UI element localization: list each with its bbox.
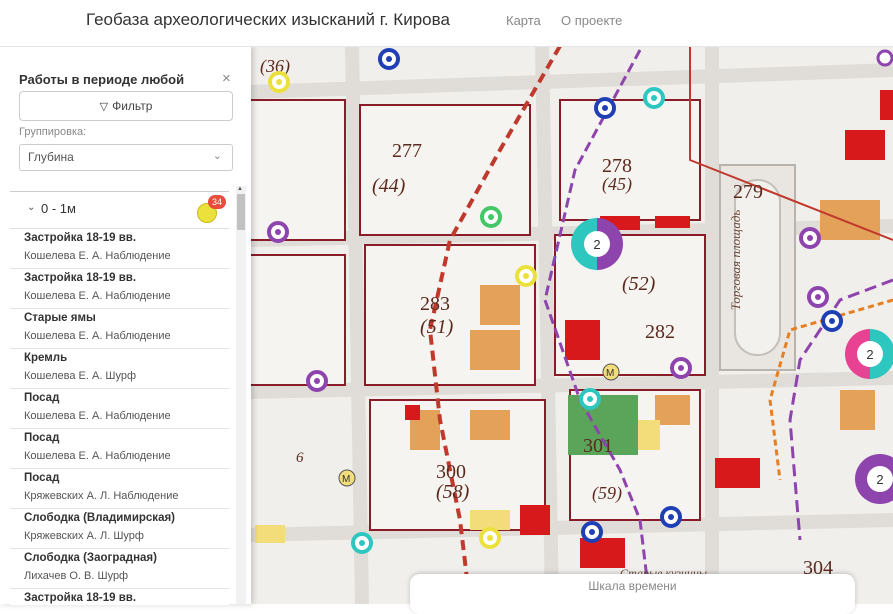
close-icon[interactable]: × <box>222 70 231 87</box>
group-header[interactable]: ⌄ 0 - 1м 34 <box>10 192 229 229</box>
list-item-subtitle: Кряжевских А. Л. Наблюдение <box>24 490 179 502</box>
list-item[interactable]: Застройка 18-19 вв. Кошелева Е. А. Наблюд… <box>10 229 229 269</box>
list-item-subtitle: Кошелева Е. А. Наблюдение <box>24 410 171 422</box>
metro-marker-label: М <box>342 474 350 485</box>
block-number-301: 301 <box>583 435 613 457</box>
block-number-279: 279 <box>733 181 763 203</box>
block-number-6: 6 <box>296 450 304 466</box>
list-item-title: Старые ямы <box>24 312 96 324</box>
group-count-badge: 34 <box>208 195 226 209</box>
list-scrollbar[interactable]: ▲ <box>236 186 246 604</box>
list-item-title: Слободка (Владимирская) <box>24 512 175 524</box>
list-item[interactable]: Слободка (Заоградная) Лихачев О. В. Шурф <box>10 549 229 589</box>
metro-marker-label: М <box>606 368 614 379</box>
block-sub-277: (44) <box>372 175 406 197</box>
filter-button-label: Фильтр <box>112 99 153 113</box>
grouping-label: Группировка: <box>19 126 87 138</box>
list-item-title: Посад <box>24 432 60 444</box>
list-item-title: Кремль <box>24 352 68 364</box>
list-item-subtitle: Лихачев О. В. Шурф <box>24 570 129 582</box>
list-item[interactable]: Посад Кряжевских А. Л. Наблюдение <box>10 469 229 509</box>
cluster-count: 2 <box>866 347 873 362</box>
block-sub-283: (51) <box>420 316 454 338</box>
grouping-select-value: Глубина <box>28 150 74 164</box>
list-item-title: Посад <box>24 392 60 404</box>
list-item-subtitle: Кошелева Е. А. Наблюдение <box>24 290 171 302</box>
cluster-count: 2 <box>593 237 600 252</box>
list-item[interactable]: Старые ямы Кошелева Е. А. Наблюдение <box>10 309 229 349</box>
chevron-down-icon[interactable]: ⌄ <box>27 202 35 213</box>
cluster-marker[interactable]: 2 <box>571 218 623 270</box>
list-item[interactable]: Посад Кошелева Е. А. Наблюдение <box>10 429 229 469</box>
list-item-title: Посад <box>24 472 60 484</box>
chevron-down-icon: ⌄ <box>212 150 222 162</box>
list-item-subtitle: Кошелева Е. А. Наблюдение <box>24 250 171 262</box>
scroll-up-icon[interactable]: ▲ <box>237 186 243 192</box>
list-item-subtitle: Кряжевских А. Л. Шурф <box>24 530 144 542</box>
cluster-count: 2 <box>876 472 883 487</box>
street-label-torgovaya: Торговая площадь <box>728 210 743 311</box>
grouping-select[interactable]: Глубина ⌄ <box>19 144 233 171</box>
list-item[interactable]: Посад Кошелева Е. А. Наблюдение <box>10 389 229 429</box>
block-number-300: 300 <box>436 461 466 483</box>
timeline-panel[interactable]: Шкала времени <box>410 574 855 614</box>
works-list[interactable]: ⌄ 0 - 1м 34 Застройка 18-19 вв. Кошелева … <box>10 191 229 605</box>
cluster-marker[interactable]: 2 <box>845 329 893 379</box>
list-item-title: Слободка (Заоградная) <box>24 552 157 564</box>
list-item[interactable]: Слободка (Владимирская) Кряжевских А. Л. … <box>10 509 229 549</box>
list-item[interactable]: Застройка 18-19 вв. <box>10 589 229 605</box>
top-navbar: Геобаза археологических изысканий г. Кир… <box>0 0 893 47</box>
block-number-282: 282 <box>645 321 675 343</box>
block-sub-301: (59) <box>592 483 622 504</box>
block-sub-278: (45) <box>602 174 632 195</box>
list-item-title: Застройка 18-19 вв. <box>24 232 137 244</box>
list-item[interactable]: Кремль Кошелева Е. А. Шурф <box>10 349 229 389</box>
scrollbar-thumb[interactable] <box>237 194 245 230</box>
block-sub-52: (52) <box>622 273 656 295</box>
works-panel: Работы в периоде любой × ▽ Фильтр Группи… <box>0 46 251 605</box>
block-sub-300: (58) <box>436 481 470 503</box>
panel-title: Работы в периоде любой <box>19 72 185 87</box>
filter-button[interactable]: ▽ Фильтр <box>19 91 233 121</box>
list-item-subtitle: Кошелева Е. А. Шурф <box>24 370 137 382</box>
nav-link-map[interactable]: Карта <box>506 13 541 28</box>
list-item-subtitle: Кошелева Е. А. Наблюдение <box>24 450 171 462</box>
group-header-label: 0 - 1м <box>41 201 76 216</box>
list-item-title: Застройка 18-19 вв. <box>24 592 137 604</box>
filter-icon: ▽ <box>99 100 109 113</box>
nav-link-about[interactable]: О проекте <box>561 13 622 28</box>
list-item-title: Застройка 18-19 вв. <box>24 272 137 284</box>
timeline-label: Шкала времени <box>588 579 677 593</box>
block-number-277: 277 <box>392 140 422 162</box>
list-item-subtitle: Кошелева Е. А. Наблюдение <box>24 330 171 342</box>
block-number-283: 283 <box>420 293 450 315</box>
list-item[interactable]: Застройка 18-19 вв. Кошелева Е. А. Наблюд… <box>10 269 229 309</box>
site-title[interactable]: Геобаза археологических изысканий г. Кир… <box>86 10 450 30</box>
